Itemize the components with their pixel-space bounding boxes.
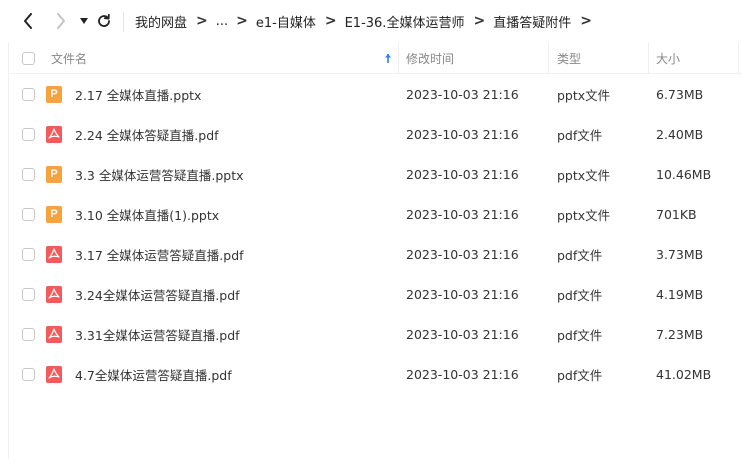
file-name[interactable]: 3.3 全媒体运营答疑直播.pptx [75,154,244,194]
table-row[interactable]: 3.31全媒体运营答疑直播.pdf 2023-10-03 21:16 pdf文件… [9,314,742,354]
pdf-file-icon [46,274,62,314]
row-checkbox[interactable] [22,74,35,114]
row-checkbox[interactable] [22,154,35,194]
pdf-file-icon [46,354,62,394]
file-modified: 2023-10-03 21:16 [406,166,519,182]
pdf-file-icon [46,314,62,354]
table-row[interactable]: P 3.10 全媒体直播(1).pptx 2023-10-03 21:16 pp… [9,194,742,234]
breadcrumb-item-e1-36[interactable]: E1-36.全媒体运营师 [345,12,465,31]
breadcrumb-separator: > [236,13,248,29]
file-type: pdf文件 [557,327,603,343]
file-name[interactable]: 2.17 全媒体直播.pptx [75,74,201,114]
file-modified: 2023-10-03 21:16 [406,126,519,142]
row-checkbox[interactable] [22,354,35,394]
file-size: 2.40MB [656,126,704,142]
file-name[interactable]: 4.7全媒体运营答疑直播.pdf [75,354,232,394]
file-modified: 2023-10-03 21:16 [406,286,519,302]
file-size: 3.73MB [656,246,704,262]
column-divider[interactable] [548,42,549,74]
file-list-header: 文件名 修改时间 类型 大小 [9,42,742,74]
file-type: pdf文件 [557,287,603,303]
breadcrumb-separator: > [324,13,337,29]
file-name[interactable]: 3.24全媒体运营答疑直播.pdf [75,274,240,314]
table-row[interactable]: P 3.3 全媒体运营答疑直播.pptx 2023-10-03 21:16 pp… [9,154,742,194]
pptx-file-icon: P [46,194,62,234]
file-modified: 2023-10-03 21:16 [406,246,519,262]
pptx-file-icon: P [46,74,62,114]
file-name[interactable]: 3.10 全媒体直播(1).pptx [75,194,219,234]
pptx-file-icon: P [46,154,62,194]
sort-asc-arrow-icon[interactable] [384,42,392,74]
row-checkbox[interactable] [22,194,35,234]
toolbar-divider [123,12,124,32]
breadcrumb-item-ellipsis[interactable]: ... [216,14,228,29]
table-row[interactable]: 2.24 全媒体答疑直播.pdf 2023-10-03 21:16 pdf文件 … [9,114,742,154]
file-modified: 2023-10-03 21:16 [406,86,519,102]
chevron-right-icon[interactable] [51,11,71,31]
pdf-file-icon [46,234,62,274]
table-row[interactable]: 3.24全媒体运营答疑直播.pdf 2023-10-03 21:16 pdf文件… [9,274,742,314]
table-row[interactable]: 4.7全媒体运营答疑直播.pdf 2023-10-03 21:16 pdf文件 … [9,354,742,394]
file-size: 7.23MB [656,326,704,342]
row-checkbox[interactable] [22,274,35,314]
row-checkbox[interactable] [22,234,35,274]
file-modified: 2023-10-03 21:16 [406,326,519,342]
table-row[interactable]: P 2.17 全媒体直播.pptx 2023-10-03 21:16 pptx文… [9,74,742,114]
column-header-name[interactable]: 文件名 [51,42,87,74]
select-all-checkbox[interactable] [22,42,35,74]
file-type: pdf文件 [557,127,603,143]
breadcrumb-item-my-drive[interactable]: 我的网盘 [135,12,187,31]
file-name[interactable]: 3.17 全媒体运营答疑直播.pdf [75,234,244,274]
pdf-file-icon [46,114,62,154]
breadcrumb-item-current[interactable]: 直播答疑附件 [493,12,571,31]
file-size: 41.02MB [656,366,712,382]
column-divider[interactable] [648,42,649,74]
breadcrumb-separator: > [196,13,208,29]
file-modified: 2023-10-03 21:16 [406,206,519,222]
breadcrumb-item-e1[interactable]: e1-自媒体 [256,12,316,31]
file-size: 6.73MB [656,86,704,102]
breadcrumb-separator: > [580,13,592,29]
file-size: 4.19MB [656,286,704,302]
chevron-left-icon[interactable] [18,11,38,31]
breadcrumb-separator: > [473,13,486,29]
file-name[interactable]: 2.24 全媒体答疑直播.pdf [75,114,219,154]
row-checkbox[interactable] [22,114,35,154]
file-modified: 2023-10-03 21:16 [406,366,519,382]
file-type: pptx文件 [557,167,611,183]
file-type: pdf文件 [557,247,603,263]
column-divider[interactable] [738,42,739,74]
table-row[interactable]: 3.17 全媒体运营答疑直播.pdf 2023-10-03 21:16 pdf文… [9,234,742,274]
refresh-icon[interactable] [94,11,114,31]
caret-down-icon[interactable] [74,11,94,31]
file-type: pptx文件 [557,87,611,103]
file-list: 文件名 修改时间 类型 大小 P 2.17 全媒体直播.pptx 2023-10… [8,42,742,459]
navigation-bar: 我的网盘 > ... > e1-自媒体 > E1-36.全媒体运营师 > 直播答… [0,0,742,42]
file-type: pdf文件 [557,367,603,383]
column-header-size[interactable]: 大小 [656,42,680,74]
breadcrumb: 我的网盘 > ... > e1-自媒体 > E1-36.全媒体运营师 > 直播答… [135,0,600,42]
file-type: pptx文件 [557,207,611,223]
file-size: 10.46MB [656,166,712,182]
row-checkbox[interactable] [22,314,35,354]
column-divider[interactable] [398,42,399,74]
column-header-modified[interactable]: 修改时间 [406,42,454,74]
file-size: 701KB [656,206,697,222]
column-header-type[interactable]: 类型 [557,42,581,74]
file-name[interactable]: 3.31全媒体运营答疑直播.pdf [75,314,240,354]
